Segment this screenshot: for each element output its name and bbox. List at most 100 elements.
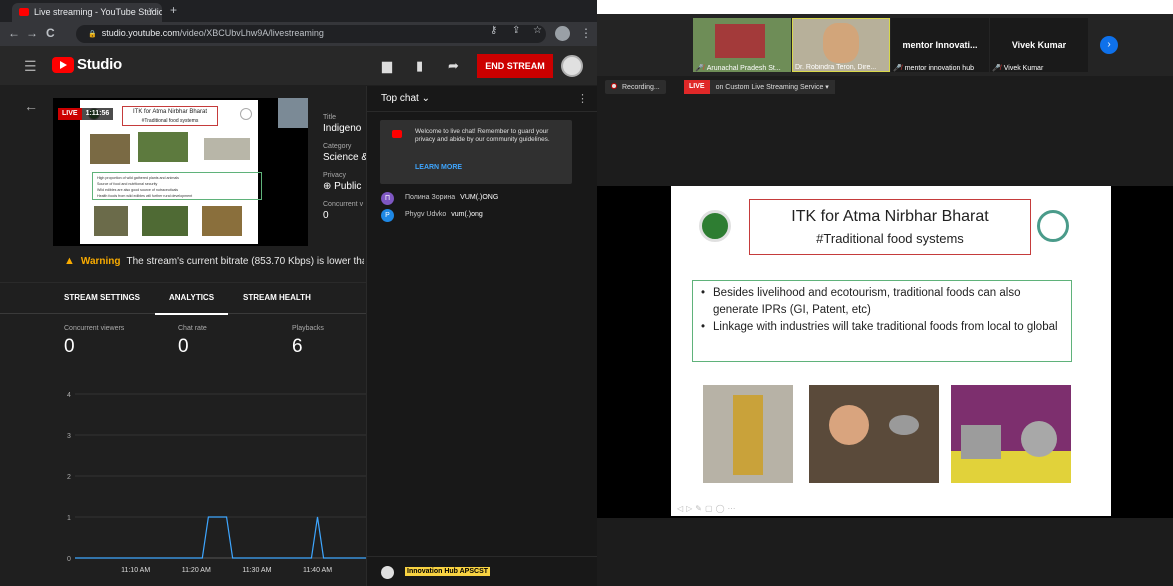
privacy-label: Privacy xyxy=(323,172,346,179)
chat-author: Полина Зорина xyxy=(405,194,456,201)
screen: Live streaming - YouTube Studio × + ← → … xyxy=(0,0,1173,586)
participant-strip: 🎤̸ Arunachal Pradesh St... Dr. Robindra T… xyxy=(597,14,1173,76)
slide-title: ITK for Atma Nirbhar Bharat xyxy=(791,208,989,225)
chat-welcome-card: Welcome to live chat! Remember to guard … xyxy=(380,120,572,184)
clapperboard-icon[interactable]: ▆ xyxy=(382,58,392,74)
preview-photo xyxy=(90,134,130,164)
participant-video xyxy=(823,23,859,63)
tab-stream-health[interactable]: STREAM HEALTH xyxy=(243,293,311,302)
metric-value: 6 xyxy=(292,336,303,357)
welcome-text: Welcome to live chat! Remember to guard … xyxy=(415,128,550,143)
chart-y-tick-label: 3 xyxy=(67,433,71,440)
slide-toolbar-icons[interactable]: ◁▷✎▢◯⋯ xyxy=(677,504,739,513)
chart-y-tick-label: 1 xyxy=(67,515,71,522)
preview-bullet-box: High proportion of wild gathered plants … xyxy=(92,172,262,200)
warning-title: Warning xyxy=(80,256,121,267)
chat-author-line: Полина Зорина VUM(.)ONG xyxy=(405,194,498,201)
share-stage: Recording... LIVE on Custom Live Streami… xyxy=(597,76,1173,586)
metric-value: 0 xyxy=(64,336,75,357)
slide-title-box: ITK for Atma Nirbhar Bharat #Traditional… xyxy=(749,199,1031,255)
stream-dashboard: ← ITK for Atma Nirbhar Bharat #Tradition… xyxy=(0,86,368,586)
end-stream-button[interactable]: END STREAM xyxy=(477,54,553,78)
participant-tile[interactable]: Vivek Kumar 🎤̸ Vivek Kumar xyxy=(990,18,1088,72)
new-tab-icon[interactable]: + xyxy=(170,3,177,17)
back-arrow-icon[interactable]: ← xyxy=(8,26,20,40)
reload-icon[interactable]: C xyxy=(46,26,55,40)
browser-tab-title: Live streaming - YouTube Studio xyxy=(34,7,162,17)
live-badge: LIVE 1:11:56 xyxy=(58,108,114,120)
live-indicator[interactable]: LIVE on Custom Live Streaming Service ▾ xyxy=(684,80,835,94)
photo-pot xyxy=(829,405,869,445)
address-bar[interactable]: 🔒 studio.youtube.com/video/XBCUbvLhw9A/li… xyxy=(76,25,546,43)
emblem-left-icon xyxy=(699,210,731,242)
title-label: Title xyxy=(323,114,336,121)
preview-slide-title: ITK for Atma Nirbhar Bharat xyxy=(132,109,208,115)
record-icon xyxy=(611,83,617,89)
browser-menu-icon[interactable]: ⋮ xyxy=(580,26,592,40)
participant-name: 🎤̸ Vivek Kumar xyxy=(992,65,1044,72)
channel-avatar[interactable] xyxy=(561,55,583,77)
slide-bullet-box: Besides livelihood and ecotourism, tradi… xyxy=(692,280,1072,362)
back-arrow-icon[interactable]: ← xyxy=(24,98,38,114)
participant-tile[interactable]: Dr. Robindra Teron, Dire... xyxy=(792,18,890,72)
share-icon[interactable]: ⇪ xyxy=(512,25,520,36)
participant-tile[interactable]: mentor Innovati... 🎤̸ mentor innovation h… xyxy=(891,18,989,72)
chat-text: vum(.)ong xyxy=(451,211,483,218)
metric-label: Concurrent viewers xyxy=(64,325,125,332)
presenter-thumbnail xyxy=(278,98,308,128)
metric-label: Chat rate xyxy=(178,325,207,332)
preview-bullet: Health foods from wild edibles will furt… xyxy=(97,194,193,198)
privacy-value: ⊕ Public xyxy=(323,181,368,192)
dashboard-tabs: STREAM SETTINGS ANALYTICS STREAM HEALTH xyxy=(0,282,366,315)
learn-more-link[interactable]: LEARN MORE xyxy=(415,164,462,171)
photo-sieve xyxy=(1021,421,1057,457)
chat-message: P Phygv Udvko vum(.)ong xyxy=(381,209,591,223)
chat-menu-icon[interactable]: ⋮ xyxy=(577,92,588,105)
chat-avatar[interactable]: П xyxy=(381,192,394,205)
lock-icon: 🔒 xyxy=(88,31,97,38)
photo-pot xyxy=(961,425,1001,459)
bitrate-warning: ▲ Warning The stream's current bitrate (85… xyxy=(64,255,364,267)
bookmark-icon[interactable]: ▮ xyxy=(416,58,423,74)
stream-preview[interactable]: ITK for Atma Nirbhar Bharat #Traditional… xyxy=(53,98,308,246)
mic-muted-icon: 🎤̸ xyxy=(992,65,1001,72)
recording-indicator[interactable]: Recording... xyxy=(605,80,666,94)
slide-photo xyxy=(703,385,793,483)
globe-icon: ⊕ xyxy=(323,181,335,192)
live-service-label: on Custom Live Streaming Service ▾ xyxy=(709,80,835,94)
browser-profile-avatar[interactable] xyxy=(555,26,570,41)
share-arrow-icon[interactable]: ➦ xyxy=(448,58,459,74)
preview-photo xyxy=(202,206,242,236)
metric-value: 0 xyxy=(178,336,189,357)
url-path: /video/XBCUbvLhw9A/livestreaming xyxy=(179,28,324,38)
forward-arrow-icon[interactable]: → xyxy=(26,26,38,40)
key-icon[interactable]: ⚷ xyxy=(490,25,497,36)
chart-x-tick-label: 11:40 AM xyxy=(303,567,332,574)
live-chat-panel: Top chat ⌄ ⋮ Welcome to live chat! Remem… xyxy=(366,86,597,586)
next-page-icon[interactable]: › xyxy=(1100,36,1118,54)
metric-chat-rate: Chat rate 0 xyxy=(178,325,207,358)
participant-tile[interactable]: 🎤̸ Arunachal Pradesh St... xyxy=(693,18,791,72)
tab-close-icon[interactable]: × xyxy=(148,5,153,15)
youtube-logo-icon[interactable] xyxy=(52,57,74,73)
slide-bullet: Besides livelihood and ecotourism, tradi… xyxy=(701,285,1063,319)
meeting-window: 🎤̸ Arunachal Pradesh St... Dr. Robindra T… xyxy=(597,0,1173,586)
browser-tab[interactable]: Live streaming - YouTube Studio xyxy=(12,3,162,22)
studio-logo-text[interactable]: Studio xyxy=(77,56,122,73)
hamburger-menu-icon[interactable]: ☰ xyxy=(24,58,37,75)
participant-name: 🎤̸ Arunachal Pradesh St... xyxy=(695,65,781,72)
chart-y-tick-label: 0 xyxy=(67,556,71,563)
youtube-icon xyxy=(392,130,402,138)
warning-text: The stream's current bitrate (853.70 Kbp… xyxy=(126,256,364,267)
tab-stream-settings[interactable]: STREAM SETTINGS xyxy=(64,293,140,302)
tab-analytics[interactable]: ANALYTICS xyxy=(154,293,229,315)
top-chat-dropdown[interactable]: Top chat ⌄ xyxy=(381,93,430,104)
title-value: Indigeno xyxy=(323,123,362,134)
chat-avatar[interactable]: P xyxy=(381,209,394,222)
metric-playbacks: Playbacks 6 xyxy=(292,325,324,358)
warning-icon: ▲ xyxy=(64,255,75,267)
bookmark-star-icon[interactable]: ☆ xyxy=(533,25,542,36)
chat-author: Phygv Udvko xyxy=(405,211,447,218)
live-label: LIVE xyxy=(684,80,710,94)
mic-muted-icon: 🎤̸ xyxy=(893,65,902,72)
